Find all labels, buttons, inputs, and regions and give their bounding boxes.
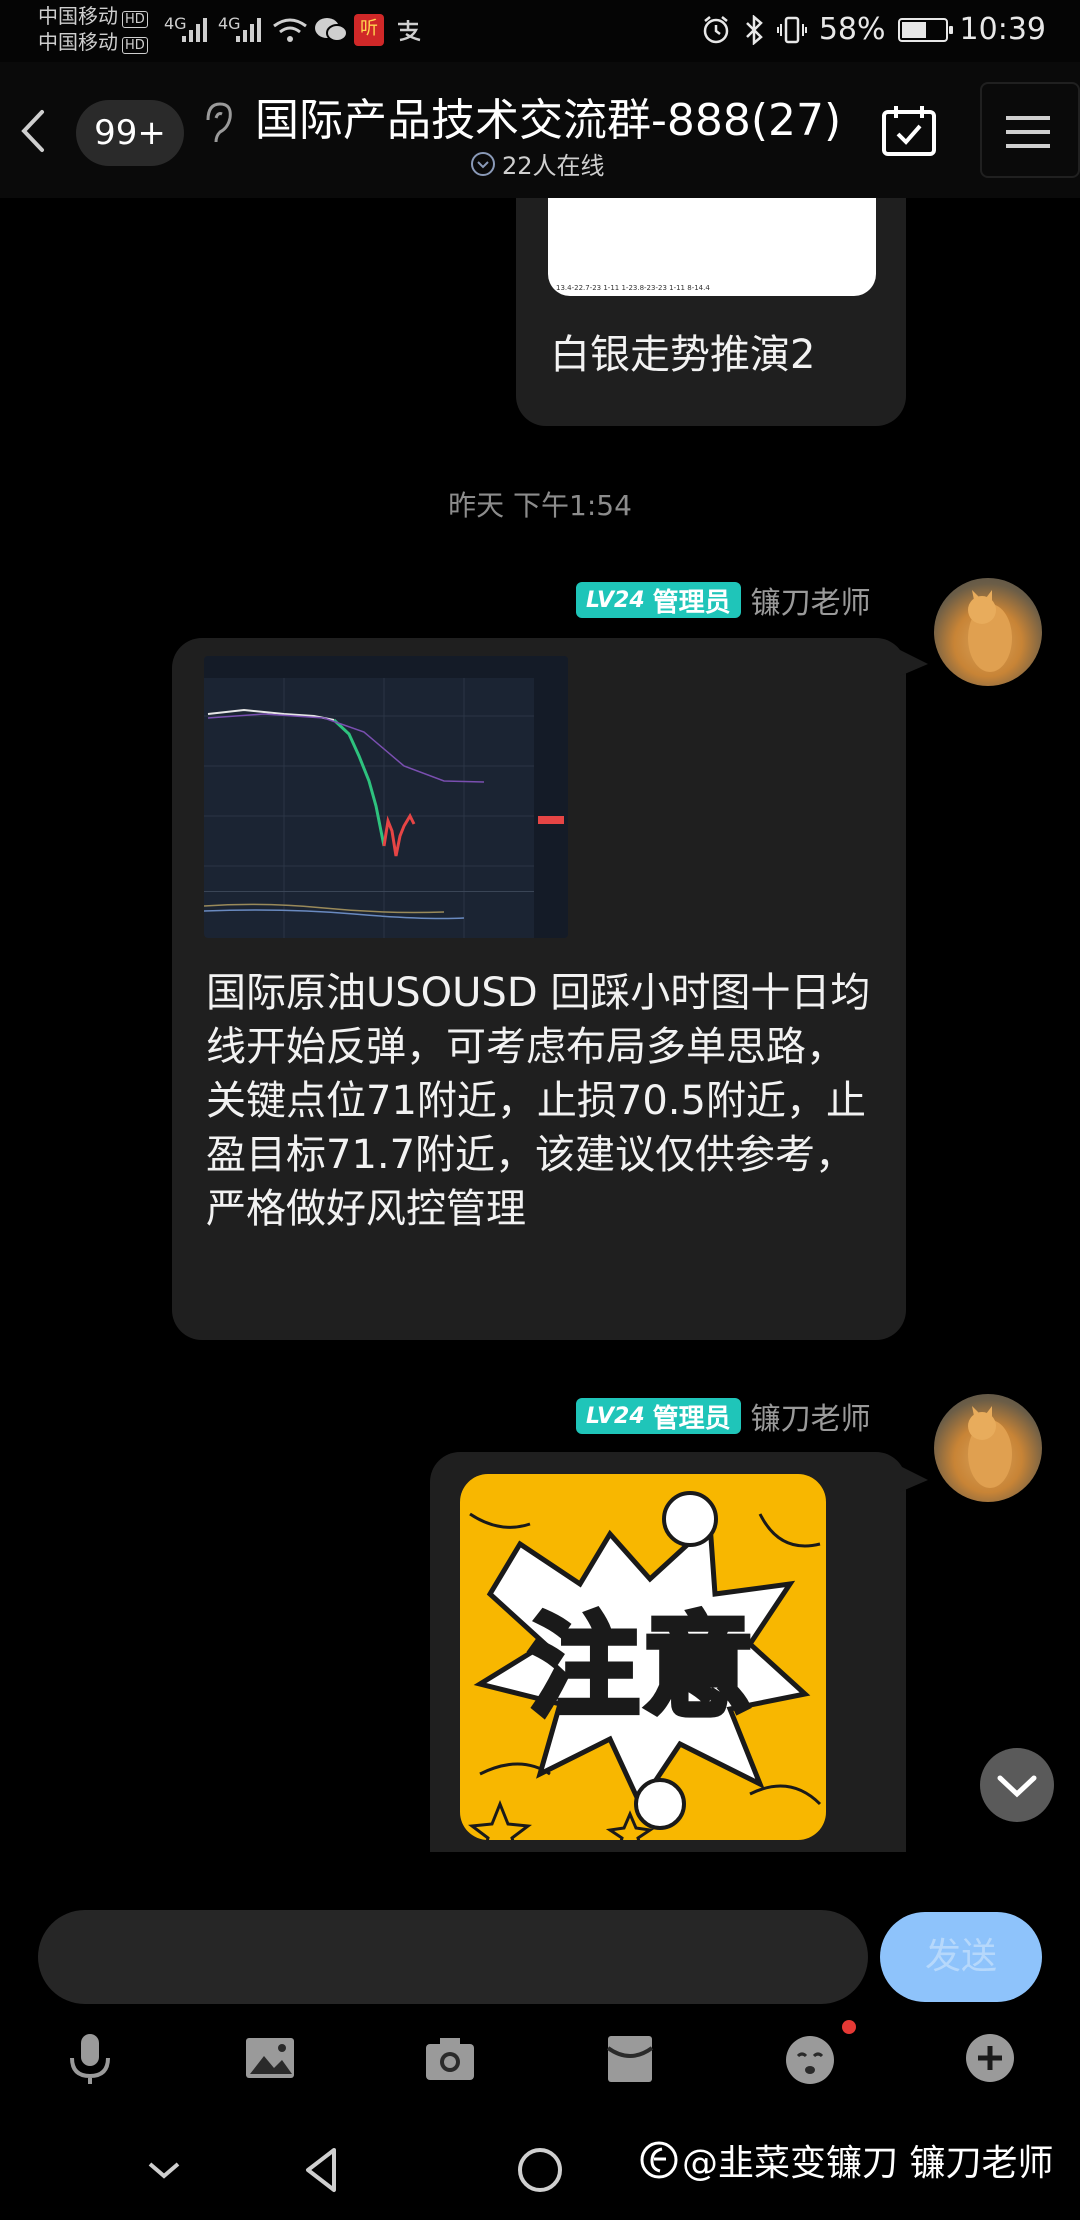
- nav-home-icon[interactable]: [510, 2140, 570, 2200]
- bubble-tail: [900, 650, 928, 676]
- alipay-icon: [398, 20, 421, 42]
- microphone-icon[interactable]: [60, 2028, 120, 2088]
- message2-sender-info: LV24 管理员 镰刀老师: [576, 1394, 871, 1438]
- crude-oil-chart-image[interactable]: [204, 656, 568, 938]
- vibrate-icon: [776, 16, 807, 43]
- wechat-icon: [315, 18, 348, 42]
- group-title: 国际产品技术交流群-888(27): [255, 95, 842, 146]
- hd-badge-1: HD: [122, 11, 148, 28]
- send-button[interactable]: 发送: [880, 1912, 1042, 2002]
- battery-icon: [897, 17, 953, 42]
- back-arrow-icon[interactable]: [14, 106, 54, 156]
- battery-fill: [901, 21, 926, 38]
- menu-button[interactable]: [980, 82, 1080, 178]
- carrier-2-label: 中国移动: [38, 30, 118, 54]
- clock: 10:39: [959, 12, 1046, 47]
- attention-sticker-image[interactable]: 注意: [460, 1474, 826, 1840]
- emoji-icon[interactable]: [780, 2028, 840, 2088]
- level-label: LV24: [586, 1403, 645, 1429]
- hd-badge-2: HD: [122, 37, 148, 54]
- message-timestamp: 昨天 下午1:54: [448, 489, 632, 522]
- candlestick-chart-thumbnail: [204, 656, 568, 938]
- online-count: 22人在线: [502, 152, 605, 180]
- message1-sender-info: LV24 管理员 镰刀老师: [576, 578, 871, 622]
- notification-dot: [842, 2020, 856, 2034]
- chat-header: 99+ 国际产品技术交流群-888(27) 22人在线: [0, 62, 1080, 198]
- status-right: 58% 10:39: [701, 12, 1046, 47]
- avatar[interactable]: [934, 1394, 1042, 1502]
- hamburger-menu-icon: [1006, 116, 1050, 148]
- role-label: 管理员: [652, 1403, 731, 1434]
- chevron-down-icon: [997, 1775, 1037, 1798]
- cat-avatar-image: [968, 590, 1012, 672]
- cat-avatar-image: [968, 1406, 1012, 1488]
- message1-text: 国际原油USOUSD 回踩小时图十日均线开始反弹，可考虑布局多单思路，关键点位7…: [206, 970, 871, 1232]
- watermark-text: @韭菜变镰刀 镰刀老师: [682, 2143, 1054, 2184]
- bluetooth-icon: [745, 14, 763, 45]
- plus-icon[interactable]: [960, 2028, 1020, 2088]
- role-label: 管理员: [652, 587, 731, 618]
- message-input[interactable]: [38, 1910, 868, 2004]
- level-badge: LV24 管理员: [576, 582, 741, 618]
- carrier-2: 中国移动 HD: [38, 30, 148, 54]
- unread-count-badge[interactable]: 99+: [76, 100, 184, 166]
- app-notification-icon: 听: [354, 14, 384, 46]
- carrier-1-label: 中国移动: [38, 4, 118, 28]
- nav-back-icon[interactable]: [294, 2140, 354, 2200]
- level-badge: LV24 管理员: [576, 1398, 741, 1434]
- online-status[interactable]: 22人在线: [470, 146, 605, 181]
- battery-percent: 58%: [818, 12, 886, 47]
- wifi-icon: [273, 18, 307, 42]
- image-icon[interactable]: [240, 2028, 300, 2088]
- carrier-1: 中国移动 HD: [38, 4, 148, 28]
- chevron-down-circle-icon: [471, 151, 495, 176]
- ear-icon[interactable]: [198, 98, 238, 148]
- collapse-chevron-icon[interactable]: [134, 2140, 194, 2200]
- red-packet-icon[interactable]: [600, 2028, 660, 2088]
- level-label: LV24: [586, 587, 645, 613]
- watermark: @韭菜变镰刀 镰刀老师: [640, 2134, 1053, 2186]
- sticker-text: 注意: [526, 1600, 757, 1734]
- calendar-check-icon[interactable]: [880, 104, 938, 158]
- alarm-icon: [703, 15, 729, 43]
- signal-icon-2: [236, 18, 261, 42]
- camera-icon[interactable]: [420, 2028, 480, 2088]
- sender-name[interactable]: 镰刀老师: [751, 578, 871, 622]
- sender-name[interactable]: 镰刀老师: [751, 1394, 871, 1438]
- bubble-tail: [900, 1466, 928, 1492]
- previous-card-title: 白银走势推演2: [550, 332, 816, 378]
- avatar[interactable]: [934, 578, 1042, 686]
- weibo-logo-icon: [640, 2141, 678, 2179]
- signal-icon-1: [182, 18, 207, 42]
- scroll-to-bottom-button[interactable]: [980, 1748, 1054, 1822]
- status-bar: 中国移动 HD 中国移动 HD 4G 4G 听 58% 10:39: [0, 0, 1080, 62]
- silver-chart-preview-image[interactable]: 13.4-22.7-23 1-11 1-23.8-23-23 1-11 8-14…: [548, 198, 876, 296]
- preview-axis-labels: 13.4-22.7-23 1-11 1-23.8-23-23 1-11 8-14…: [556, 284, 710, 292]
